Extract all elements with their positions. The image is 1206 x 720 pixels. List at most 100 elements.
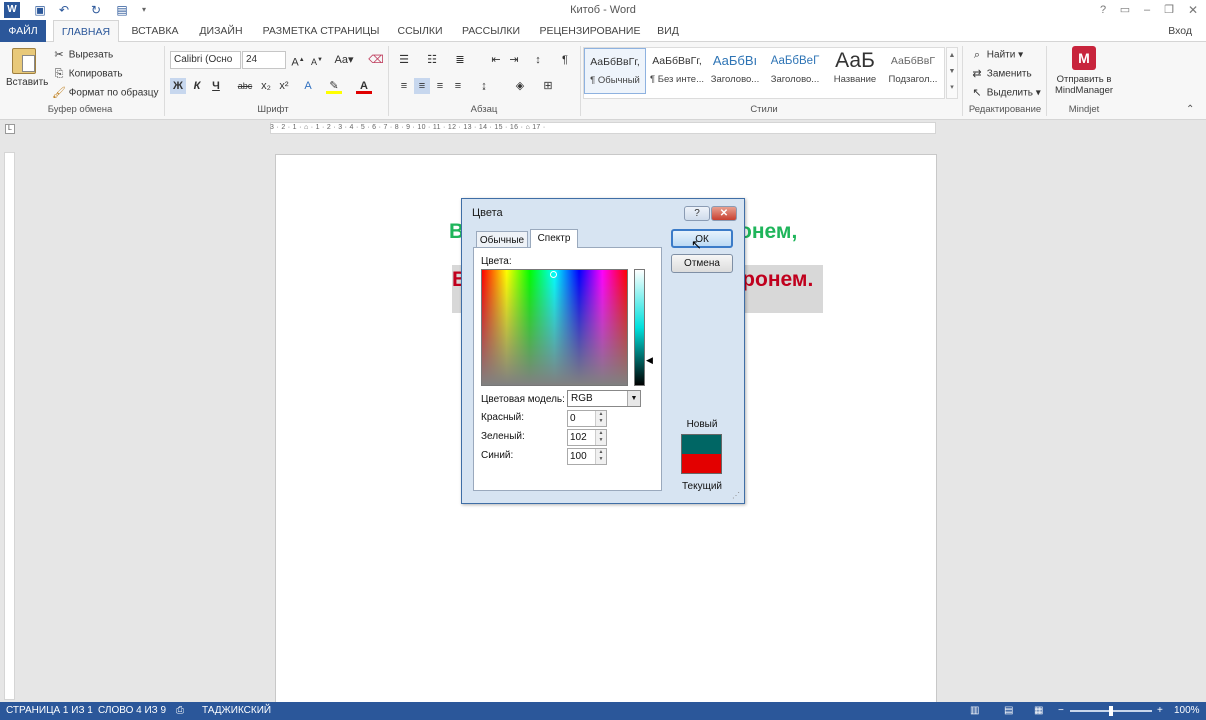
select-button[interactable]: ↖ Выделить ▾ (970, 86, 1040, 100)
divider (962, 46, 963, 116)
tab-file[interactable]: ФАЙЛ (0, 20, 46, 42)
color-model-value: RGB (571, 393, 593, 404)
styles-scroll[interactable]: ▲ ▼ ▾ (946, 47, 958, 99)
maximize-icon[interactable]: ❐ (1156, 0, 1182, 20)
find-label: Найти (986, 49, 1016, 61)
tab-references[interactable]: ССЫЛКИ (392, 20, 448, 42)
sign-in-link[interactable]: Вход (1168, 20, 1192, 42)
strikethrough-button[interactable]: abc (235, 78, 255, 94)
replace-button[interactable]: ⇄ Заменить (970, 67, 1031, 81)
ok-button[interactable]: ОК (671, 229, 733, 248)
underline-button[interactable]: Ч (208, 78, 224, 94)
tab-standard-colors[interactable]: Обычные (476, 231, 528, 247)
bullets-icon[interactable]: ☰ (396, 52, 412, 68)
shading-icon[interactable]: ◈ (512, 78, 528, 94)
zoom-level[interactable]: 100% (1174, 702, 1200, 720)
font-name-combo[interactable]: Calibri (Осно (170, 51, 241, 69)
text-effects-icon[interactable]: A (300, 78, 316, 94)
title-bar: W ▣ ↶ ↻ ▤ ▾ Китоб - Word ? ▭ – ❐ ✕ (0, 0, 1206, 20)
tab-insert[interactable]: ВСТАВКА (124, 20, 186, 42)
collapse-ribbon-icon[interactable]: ⌃ (1186, 104, 1194, 115)
style-name: Заголово... (710, 74, 760, 85)
zoom-in-icon[interactable]: + (1157, 702, 1163, 720)
web-layout-icon[interactable]: ▦ (1034, 702, 1043, 720)
tab-layout[interactable]: РАЗМЕТКА СТРАНИЦЫ (258, 20, 384, 42)
italic-button[interactable]: К (189, 78, 205, 94)
green-value: 102 (570, 432, 587, 443)
style-subtitle[interactable]: АаБбВвГ Подзагол... (884, 48, 942, 94)
vertical-ruler[interactable] (4, 152, 15, 700)
stepper-arrows-icon[interactable]: ▲ ▼ (595, 449, 606, 464)
zoom-out-icon[interactable]: − (1058, 702, 1064, 720)
superscript-button[interactable]: x² (276, 78, 292, 94)
language-indicator[interactable]: ТАДЖИКСКИЙ (202, 702, 271, 720)
tab-custom-colors[interactable]: Спектр (530, 229, 578, 248)
zoom-slider-thumb[interactable] (1109, 706, 1113, 716)
color-model-select[interactable]: RGB ▼ (567, 390, 641, 407)
print-layout-icon[interactable]: ▤ (1004, 702, 1013, 720)
style-heading-1[interactable]: АаБбВı Заголово... (704, 48, 766, 94)
pilcrow-icon[interactable]: ¶ (557, 52, 573, 68)
luminance-arrow-icon[interactable]: ◀ (646, 355, 653, 366)
numbering-icon[interactable]: ☷ (424, 52, 440, 68)
grow-font-icon[interactable]: A▲ (290, 52, 306, 69)
read-mode-icon[interactable]: ▥ (970, 702, 979, 720)
decrease-indent-icon[interactable]: ⇤ (488, 52, 504, 68)
luminance-slider[interactable] (634, 269, 645, 386)
find-button[interactable]: ⌕ Найти ▾ (970, 48, 1023, 62)
copy-button[interactable]: ⎘ Копировать (52, 67, 123, 81)
proofing-icon[interactable]: ⎙ (176, 702, 184, 720)
subscript-button[interactable]: x₂ (258, 78, 274, 94)
font-color-icon[interactable]: A (356, 78, 372, 94)
line-spacing-icon[interactable]: ↨ (476, 78, 492, 94)
paste-button[interactable]: Вставить (6, 46, 49, 96)
spectrum-picker[interactable] (481, 269, 628, 386)
align-center-icon[interactable]: ≡ (414, 78, 430, 94)
format-painter-button[interactable]: 🖌 Формат по образцу (52, 86, 158, 100)
cancel-button[interactable]: Отмена (671, 254, 733, 273)
format-painter-icon: 🖌 (52, 87, 66, 99)
tab-home[interactable]: ГЛАВНАЯ (53, 20, 119, 43)
resize-grip-icon[interactable]: ⋰ (732, 491, 740, 500)
clear-formatting-icon[interactable]: ⌫ (368, 52, 384, 68)
change-case-icon[interactable]: Aa▾ (333, 52, 355, 68)
align-right-icon[interactable]: ≡ (432, 78, 448, 94)
multilevel-list-icon[interactable]: ≣ (452, 52, 468, 68)
dialog-close-button[interactable]: ✕ (711, 206, 737, 221)
borders-icon[interactable]: ⊞ (540, 78, 556, 94)
paste-label: Вставить (6, 77, 49, 88)
highlight-icon[interactable]: ✎ (326, 78, 342, 94)
tab-mailings[interactable]: РАССЫЛКИ (456, 20, 526, 42)
tab-view[interactable]: ВИД (652, 20, 684, 42)
cut-button[interactable]: ✂ Вырезать (52, 48, 113, 62)
bold-button[interactable]: Ж (170, 78, 186, 94)
green-stepper[interactable]: 102 ▲ ▼ (567, 429, 607, 446)
help-button[interactable]: ? (684, 206, 710, 221)
tab-design[interactable]: ДИЗАЙН (192, 20, 250, 42)
style-heading-2[interactable]: АаБбВеГ Заголово... (764, 48, 826, 94)
sort-icon[interactable]: ↕ (530, 52, 546, 68)
red-label: Красный: (481, 412, 525, 423)
tab-selector[interactable]: L (5, 124, 15, 134)
shrink-font-icon[interactable]: A▼ (309, 52, 325, 68)
current-color-swatch (681, 454, 722, 474)
word-count[interactable]: СЛОВО 4 ИЗ 9 (98, 702, 166, 720)
tab-review[interactable]: РЕЦЕНЗИРОВАНИЕ (534, 20, 646, 42)
font-size-combo[interactable]: 24 (242, 51, 286, 69)
close-icon[interactable]: ✕ (1180, 0, 1206, 20)
style-title[interactable]: АаБ Название (824, 48, 886, 94)
style-normal[interactable]: АаБбВвГг, ¶ Обычный (584, 48, 646, 94)
increase-indent-icon[interactable]: ⇥ (506, 52, 522, 68)
mouse-cursor-icon: ↖ (691, 237, 702, 252)
send-to-mindmanager-button[interactable]: M Отправить в MindManager (1048, 46, 1120, 96)
stepper-arrows-icon[interactable]: ▲ ▼ (595, 411, 606, 426)
blue-stepper[interactable]: 100 ▲ ▼ (567, 448, 607, 465)
divider (580, 46, 581, 116)
red-stepper[interactable]: 0 ▲ ▼ (567, 410, 607, 427)
stepper-arrows-icon[interactable]: ▲ ▼ (595, 430, 606, 445)
align-left-icon[interactable]: ≡ (396, 78, 412, 94)
style-no-spacing[interactable]: АаБбВвГг, ¶ Без инте... (646, 48, 708, 94)
new-color-label: Новый (686, 419, 718, 430)
page-count[interactable]: СТРАНИЦА 1 ИЗ 1 (6, 702, 93, 720)
justify-icon[interactable]: ≡ (450, 78, 466, 94)
